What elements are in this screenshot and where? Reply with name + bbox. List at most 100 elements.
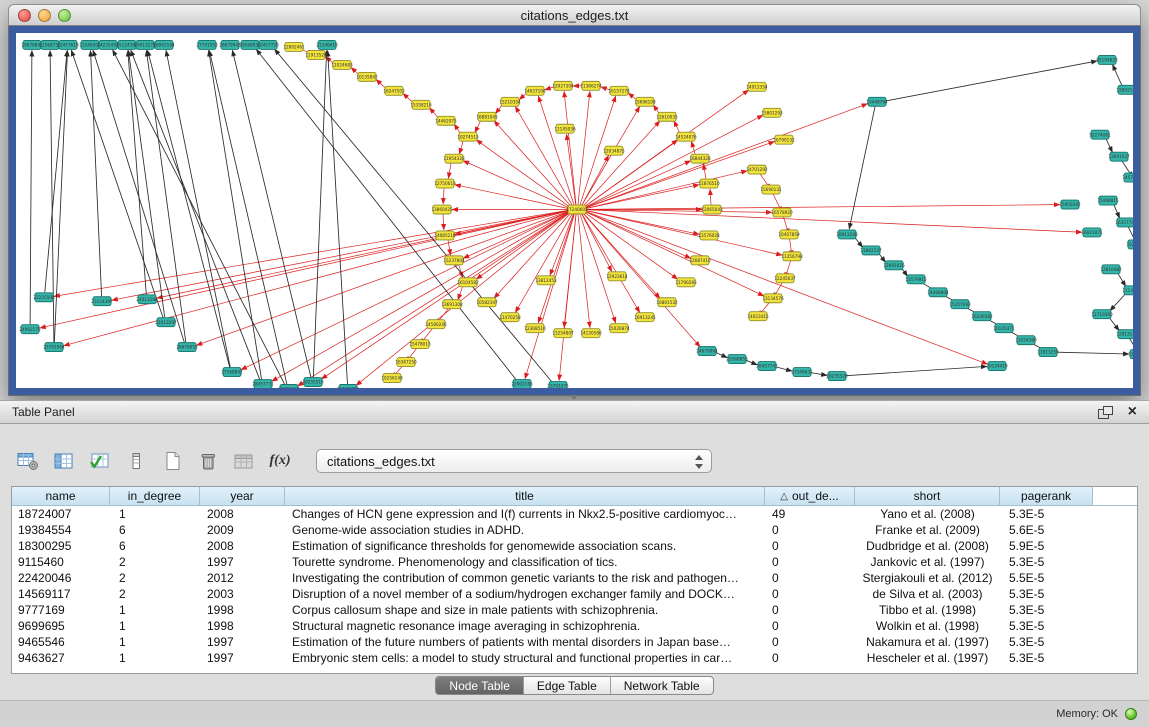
graph-node[interactable]: 16357704 bbox=[1115, 218, 1133, 227]
graph-node[interactable]: 15358216 bbox=[410, 100, 432, 109]
graph-edge[interactable] bbox=[567, 134, 576, 205]
zoom-window-button[interactable] bbox=[58, 9, 71, 22]
graph-node[interactable]: 15026874 bbox=[608, 324, 630, 333]
graph-edge[interactable] bbox=[582, 106, 640, 205]
table-mode-icon[interactable] bbox=[14, 448, 42, 474]
graph-node[interactable]: 12687410 bbox=[689, 256, 711, 265]
graph-edge[interactable] bbox=[886, 61, 1097, 101]
graph-node[interactable]: 13691037 bbox=[1108, 152, 1130, 161]
graph-edge[interactable] bbox=[131, 50, 260, 379]
graph-node[interactable]: 15690131 bbox=[760, 185, 782, 194]
graph-edge[interactable] bbox=[1114, 204, 1120, 218]
graph-edge[interactable] bbox=[1118, 273, 1126, 287]
graph-node[interactable]: 20457720 bbox=[257, 40, 279, 49]
graph-node[interactable]: 16881045 bbox=[476, 112, 498, 121]
graph-node[interactable]: 15468815 bbox=[1097, 196, 1119, 205]
graph-edge[interactable] bbox=[403, 93, 413, 102]
graph-edge[interactable] bbox=[459, 141, 463, 154]
graph-edge[interactable] bbox=[298, 212, 570, 386]
graph-node[interactable]: 11356798 bbox=[781, 252, 803, 261]
column-header-out_degree[interactable]: △out_de... bbox=[765, 487, 855, 506]
graph-edge[interactable] bbox=[586, 205, 1060, 210]
graph-edge[interactable] bbox=[1109, 317, 1119, 330]
graph-node[interactable]: 10256148 bbox=[381, 374, 403, 383]
graph-edge[interactable] bbox=[475, 120, 481, 132]
graph-edge[interactable] bbox=[583, 121, 660, 206]
tab-edge-table[interactable]: Edge Table bbox=[523, 677, 610, 694]
graph-node[interactable]: 21346619 bbox=[316, 40, 338, 49]
graph-node[interactable]: 16104582 bbox=[457, 278, 479, 287]
graph-node[interactable]: 10246593 bbox=[1126, 240, 1133, 249]
graph-node[interactable]: 19448794 bbox=[866, 97, 888, 106]
row-tools-icon[interactable] bbox=[122, 448, 150, 474]
table-row[interactable]: 946362711997Embryonic stem cells: a mode… bbox=[12, 650, 1137, 666]
graph-node[interactable]: 11876510 bbox=[698, 179, 720, 188]
graph-node[interactable]: 16247503 bbox=[383, 86, 405, 95]
graph-node[interactable]: 27346631 bbox=[791, 368, 813, 377]
column-header-short[interactable]: short bbox=[855, 487, 1000, 506]
graph-node[interactable]: 22013297 bbox=[155, 318, 177, 327]
table-row[interactable]: 1830029562008Estimation of significance … bbox=[12, 538, 1137, 554]
graph-node[interactable]: 26902164 bbox=[153, 40, 175, 49]
graph-node[interactable]: 16157278 bbox=[608, 86, 630, 95]
graph-node[interactable]: 26457742 bbox=[756, 362, 778, 371]
graph-edge[interactable] bbox=[559, 214, 576, 380]
graph-edge[interactable] bbox=[586, 210, 1082, 233]
new-table-icon[interactable] bbox=[158, 448, 186, 474]
graph-node[interactable]: 15357693 bbox=[949, 300, 971, 309]
graph-edge[interactable] bbox=[1110, 293, 1126, 310]
tab-node-table[interactable]: Node Table bbox=[436, 677, 523, 694]
graph-node[interactable]: 14579926 bbox=[1122, 173, 1133, 182]
graph-node[interactable]: 15696108 bbox=[634, 97, 656, 106]
function-builder-icon[interactable]: f(x) bbox=[266, 448, 294, 474]
graph-edge[interactable] bbox=[582, 155, 609, 205]
graph-node[interactable]: 12927304 bbox=[552, 81, 574, 90]
graph-node[interactable]: 13134576 bbox=[762, 294, 784, 303]
graph-node[interactable]: 11386274 bbox=[580, 81, 602, 90]
graph-edge[interactable] bbox=[54, 50, 67, 342]
graph-node[interactable]: 11802137 bbox=[860, 246, 882, 255]
graph-edge[interactable] bbox=[40, 211, 568, 328]
graph-edge[interactable] bbox=[455, 185, 568, 209]
minimize-window-button[interactable] bbox=[38, 9, 51, 22]
graph-node[interactable]: 10135471 bbox=[993, 324, 1015, 333]
table-row[interactable]: 969969511998Structural magnetic resonanc… bbox=[12, 618, 1137, 634]
graph-edge[interactable] bbox=[585, 161, 691, 208]
graph-node[interactable]: 14580246 bbox=[425, 320, 447, 329]
graph-node[interactable]: 15478013 bbox=[409, 340, 431, 349]
graph-edge[interactable] bbox=[443, 214, 444, 229]
graph-node[interactable]: 27791053 bbox=[196, 40, 218, 49]
graph-edge[interactable] bbox=[1106, 139, 1113, 153]
graph-node[interactable]: 10274513 bbox=[457, 132, 479, 141]
graph-edge[interactable] bbox=[45, 50, 67, 292]
graph-edge[interactable] bbox=[586, 104, 868, 208]
graph-node[interactable]: 11470258 bbox=[499, 313, 521, 322]
graph-node[interactable]: 10135842 bbox=[356, 72, 378, 81]
graph-node[interactable]: 26679953 bbox=[176, 343, 198, 352]
graph-node[interactable]: 14701292 bbox=[746, 165, 768, 174]
graph-edge[interactable] bbox=[849, 107, 875, 229]
tab-network-table[interactable]: Network Table bbox=[610, 677, 713, 694]
table-row[interactable]: 1456911722003Disruption of a novel membe… bbox=[12, 586, 1137, 602]
graph-node[interactable]: 16246582 bbox=[971, 312, 993, 321]
graph-edge[interactable] bbox=[585, 115, 763, 207]
graph-node[interactable]: 11135371 bbox=[1122, 286, 1133, 295]
graph-node[interactable]: 23791075 bbox=[547, 382, 569, 388]
graph-node[interactable]: 11024360 bbox=[1015, 336, 1037, 345]
graph-node[interactable]: 14085216 bbox=[434, 231, 456, 240]
graph-node[interactable]: 14468804 bbox=[927, 288, 949, 297]
graph-node[interactable]: 22457619 bbox=[57, 40, 79, 49]
graph-edge[interactable] bbox=[846, 366, 987, 375]
delete-table-icon[interactable] bbox=[194, 448, 222, 474]
graph-node[interactable]: 12802461 bbox=[283, 42, 305, 51]
graph-node[interactable]: 27568842 bbox=[221, 368, 243, 377]
column-header-title[interactable]: title bbox=[285, 487, 765, 506]
graph-node[interactable]: 16790132 bbox=[773, 135, 795, 144]
graph-node[interactable]: 13691308 bbox=[441, 300, 463, 309]
column-header-pagerank[interactable]: pagerank bbox=[1000, 487, 1093, 506]
graph-edge[interactable] bbox=[515, 106, 572, 205]
graph-edge[interactable] bbox=[128, 50, 147, 294]
graph-node[interactable]: 12802148 bbox=[1116, 85, 1133, 94]
graph-node[interactable]: 17240601 bbox=[566, 205, 588, 214]
graph-node[interactable]: 14637106 bbox=[524, 86, 546, 95]
